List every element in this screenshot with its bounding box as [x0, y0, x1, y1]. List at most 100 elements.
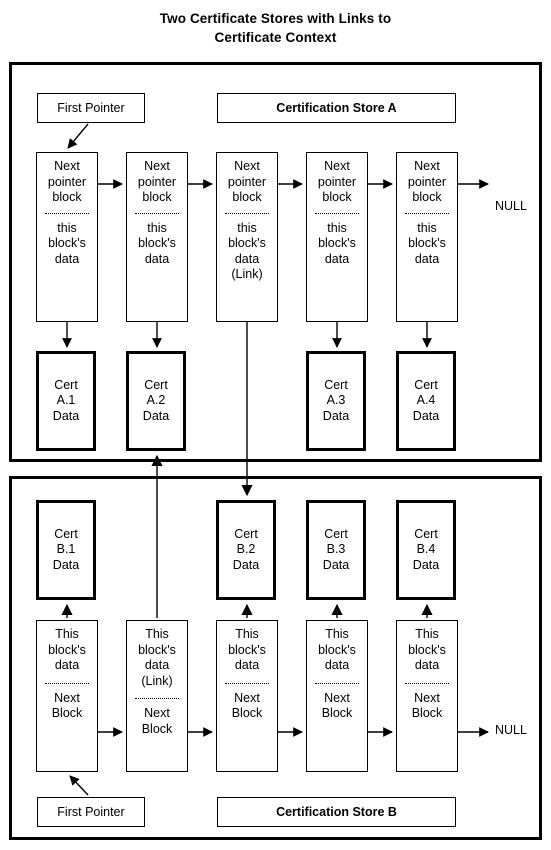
node-data-line-3: data — [234, 251, 260, 266]
node-pointer-line-1: Next — [414, 690, 440, 705]
node-pointer-line-1: Next — [234, 159, 260, 173]
first-pointer-text-b: First Pointer — [57, 805, 125, 819]
page-title: Two Certificate Stores with Links to Cer… — [0, 9, 551, 47]
cert-line-3: Data — [322, 557, 350, 572]
cert-line-3: Data — [412, 408, 440, 423]
node-data-line-2: block's — [408, 236, 446, 250]
node-data-line-1: this — [417, 220, 437, 235]
cert-data-block: Cert B.4 Data — [396, 500, 456, 600]
node-pointer-line-3: block — [142, 190, 172, 204]
node-data-line-1: this — [327, 220, 347, 235]
cert-line-2: A.3 — [326, 393, 346, 408]
cert-line-1: Cert — [414, 377, 438, 392]
cert-data-block: Cert A.2 Data — [126, 351, 186, 451]
cert-line-1: Cert — [54, 526, 78, 541]
node-data-line-4: (Link) — [141, 673, 173, 688]
node-pointer-line-1: Next — [144, 159, 170, 173]
cert-line-2: B.4 — [416, 542, 436, 557]
node-data-line-2: block's — [318, 236, 356, 250]
node-pointer-line-2: pointer — [227, 174, 267, 189]
store-a-node-block: Next pointer block this block's data — [306, 152, 368, 322]
node-divider — [315, 682, 359, 684]
cert-line-3: Data — [52, 557, 80, 572]
cert-line-1: Cert — [144, 377, 168, 392]
first-pointer-label-b: First Pointer — [37, 797, 145, 827]
node-data-line-3: data — [324, 251, 350, 266]
node-pointer-line-2: pointer — [317, 174, 357, 189]
node-data-line-1: this — [57, 220, 77, 235]
node-pointer-line-1: Next — [324, 159, 350, 173]
store-b-node-block-link: This block's data (Link) Next Block — [126, 620, 188, 772]
cert-line-3: Data — [232, 557, 260, 572]
node-data-line-3: data — [414, 658, 440, 672]
node-divider — [225, 212, 269, 214]
node-pointer-line-1: Next — [234, 690, 260, 705]
node-pointer-line-3: block — [322, 190, 352, 204]
node-data-line-2: block's — [408, 642, 446, 657]
store-b-node-block: This block's data Next Block — [306, 620, 368, 772]
cert-line-2: B.2 — [236, 542, 256, 557]
node-pointer-line-1: Next — [324, 690, 350, 705]
cert-line-2: B.3 — [326, 542, 346, 557]
page-title-line-1: Two Certificate Stores with Links to — [159, 11, 392, 26]
node-data-line-1: This — [235, 627, 259, 641]
node-pointer-line-2: pointer — [407, 174, 447, 189]
cert-line-2: A.4 — [416, 393, 436, 408]
node-pointer-line-2: Block — [51, 706, 83, 720]
node-data-line-1: This — [145, 627, 169, 641]
cert-line-2: B.1 — [56, 542, 76, 557]
node-divider — [135, 698, 179, 699]
node-pointer-line-2: Block — [321, 706, 353, 720]
node-data-line-1: This — [55, 627, 79, 641]
cert-line-1: Cert — [324, 377, 348, 392]
node-divider — [405, 682, 449, 684]
cert-line-2: A.1 — [56, 393, 76, 408]
node-data-line-1: This — [415, 627, 439, 641]
cert-line-1: Cert — [54, 377, 78, 392]
first-pointer-label-a: First Pointer — [37, 93, 145, 123]
node-data-line-3: data — [414, 251, 440, 266]
node-data-line-2: block's — [228, 642, 266, 657]
first-pointer-text-a: First Pointer — [57, 101, 125, 115]
node-data-line-3: data — [54, 658, 80, 672]
store-a-header: Certification Store A — [217, 93, 456, 123]
node-pointer-line-2: Block — [411, 706, 443, 720]
node-data-line-1: this — [147, 220, 167, 235]
cert-data-block: Cert A.3 Data — [306, 351, 366, 451]
store-b-header: Certification Store B — [217, 797, 456, 827]
node-pointer-line-1: Next — [144, 706, 170, 720]
cert-line-1: Cert — [324, 526, 348, 541]
node-data-line-4: (Link) — [231, 267, 263, 281]
cert-data-block: Cert B.2 Data — [216, 500, 276, 600]
node-pointer-line-2: Block — [231, 706, 263, 720]
null-terminator-a: NULL — [495, 199, 527, 213]
node-data-line-2: block's — [138, 642, 176, 657]
node-data-line-2: block's — [228, 236, 266, 250]
node-data-line-3: data — [144, 658, 170, 672]
node-data-line-3: data — [54, 251, 80, 266]
cert-line-2: A.2 — [146, 393, 166, 408]
node-pointer-line-1: Next — [414, 159, 440, 173]
store-b-header-text: Certification Store B — [276, 805, 397, 819]
cert-data-block: Cert B.1 Data — [36, 500, 96, 600]
store-a-node-block-link: Next pointer block this block's data (Li… — [216, 152, 278, 322]
store-a-node-block: Next pointer block this block's data — [126, 152, 188, 322]
null-terminator-b: NULL — [495, 723, 527, 737]
node-pointer-line-3: block — [232, 190, 262, 204]
node-pointer-line-2: Block — [141, 721, 173, 736]
node-data-line-2: block's — [138, 236, 176, 250]
cert-line-3: Data — [52, 408, 80, 423]
cert-line-3: Data — [142, 408, 170, 423]
store-b-node-block: This block's data Next Block — [36, 620, 98, 772]
store-b-node-block: This block's data Next Block — [216, 620, 278, 772]
node-divider — [45, 212, 89, 214]
store-a-header-text: Certification Store A — [276, 101, 397, 115]
cert-line-3: Data — [412, 557, 440, 572]
store-a-node-block: Next pointer block this block's data — [36, 152, 98, 322]
node-data-line-3: data — [234, 658, 260, 672]
node-data-line-3: data — [324, 658, 350, 672]
node-pointer-line-3: block — [52, 190, 82, 204]
node-data-line-2: block's — [318, 642, 356, 657]
node-divider — [135, 212, 179, 214]
node-pointer-line-2: pointer — [47, 174, 87, 189]
